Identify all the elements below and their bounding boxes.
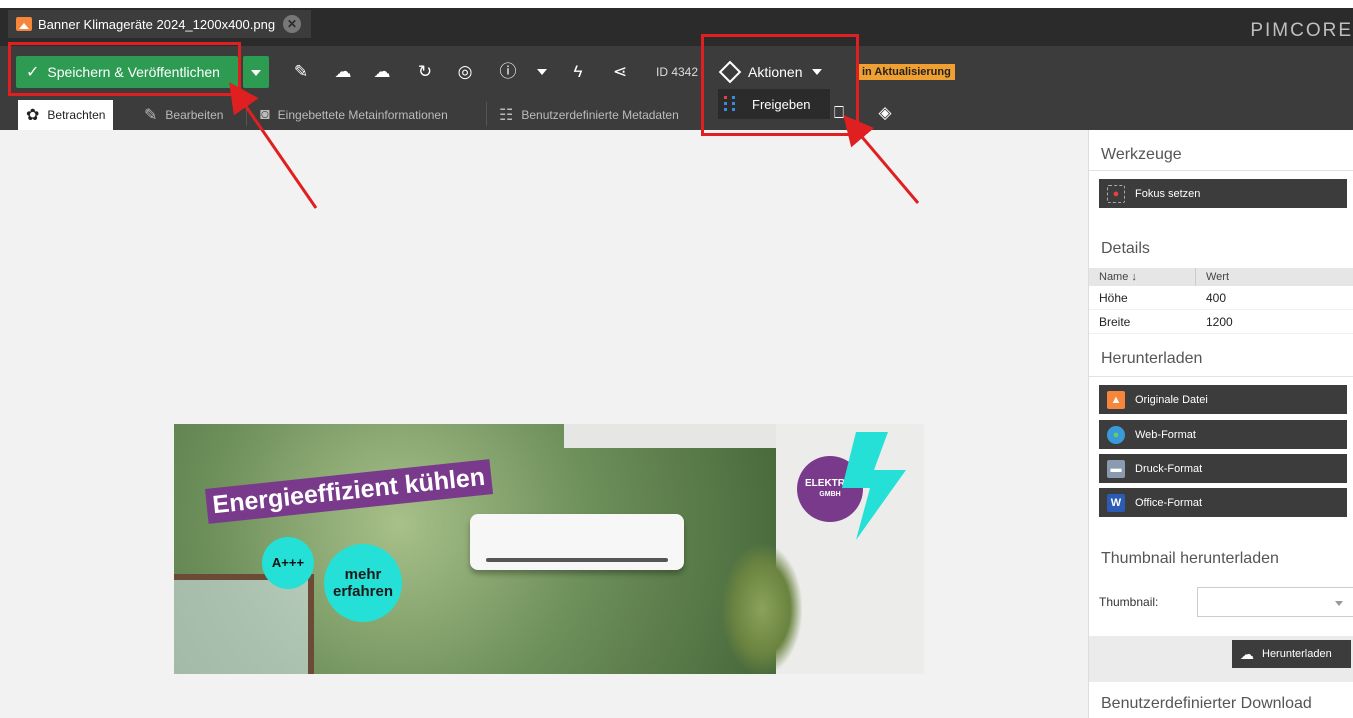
grid-header: Name ↓ Wert: [1089, 268, 1353, 286]
image-icon: ▲: [1107, 390, 1125, 409]
details-title: Details: [1101, 240, 1150, 257]
details-grid: Name ↓ Wert Höhe 400 Breite 1200: [1089, 268, 1353, 334]
sub-tab-bar: ✿ Betrachten ✎ Bearbeiten ◙ Eingebettete…: [0, 98, 1353, 130]
tools-title: Werkzeuge: [1101, 146, 1182, 163]
divider: [246, 102, 247, 126]
printer-icon: ▬: [1107, 459, 1125, 478]
pencil-icon: ✎: [144, 107, 158, 124]
tab-label: Benutzerdefinierte Metadaten: [521, 108, 679, 122]
share-dots-icon: [724, 96, 738, 112]
banner-window: [174, 574, 314, 674]
tab-label: Bearbeiten: [165, 108, 224, 122]
dropdown-menu: Freigeben: [718, 89, 830, 119]
info-dropdown[interactable]: [534, 59, 550, 85]
locate-icon[interactable]: ◎: [452, 59, 478, 85]
badge-line-2: erfahren: [332, 583, 394, 600]
element-id: ID 4342: [656, 65, 699, 79]
top-strip: [0, 0, 1353, 8]
banner-image: Energieeffizient kühlen A+++ mehr erfahre…: [174, 424, 924, 674]
globe-icon: ●: [1107, 425, 1125, 444]
badge-line-1: mehr: [344, 566, 382, 583]
file-tab[interactable]: Banner Klimageräte 2024_1200x400.png ✕: [8, 10, 311, 38]
download-original-button[interactable]: ▲ Originale Datei: [1099, 385, 1347, 414]
camera-icon: ◙: [260, 106, 270, 123]
custom-download-title: Benutzerdefinierter Download: [1101, 695, 1312, 712]
reload-icon[interactable]: ↻: [412, 59, 438, 85]
tab-label: Eingebettete Metainformationen: [277, 108, 448, 122]
download-label: Originale Datei: [1135, 393, 1208, 406]
thumbnail-label: Thumbnail:: [1099, 595, 1159, 609]
download-web-button[interactable]: ● Web-Format: [1099, 420, 1347, 449]
cloud-download-icon: ☁: [1240, 645, 1254, 662]
lightning-icon[interactable]: ϟ: [565, 59, 591, 85]
thumbnail-title: Thumbnail herunterladen: [1101, 550, 1279, 567]
table-row: Breite 1200: [1089, 310, 1353, 334]
download-title: Herunterladen: [1101, 350, 1203, 367]
download-office-button[interactable]: W Office-Format: [1099, 488, 1347, 517]
share-icon[interactable]: ⋖: [607, 59, 633, 85]
set-focus-button[interactable]: ● Fokus setzen: [1099, 179, 1347, 208]
more-info-badge: mehr erfahren: [324, 544, 402, 622]
tab-eingebettete-metainformationen[interactable]: ◙ Eingebettete Metainformationen: [252, 100, 456, 130]
thumbnail-select[interactable]: [1197, 587, 1353, 617]
col-name-header[interactable]: Name ↓: [1089, 268, 1196, 286]
metadata-icon: ☷: [499, 107, 514, 124]
divider: [1089, 376, 1353, 377]
file-tab-title: Banner Klimageräte 2024_1200x400.png: [38, 16, 276, 32]
banner-plant: [722, 544, 802, 674]
pencil-icon[interactable]: ✎: [288, 59, 314, 85]
download-label: Web-Format: [1135, 428, 1196, 441]
divider: [486, 102, 487, 126]
info-icon[interactable]: ⓘ: [495, 59, 521, 85]
row-name: Breite: [1099, 314, 1131, 329]
row-name: Höhe: [1099, 290, 1128, 305]
focus-icon: ●: [1107, 184, 1125, 203]
tab-benutzerdefinierte-metadaten[interactable]: ☷ Benutzerdefinierte Metadaten: [491, 100, 687, 130]
image-icon: [16, 17, 32, 31]
energy-class-badge: A+++: [262, 537, 314, 589]
annotation-box-actions: [701, 34, 859, 136]
thumbnail-download-label: Herunterladen: [1262, 648, 1332, 660]
status-badge: in Aktualisierung: [858, 64, 955, 80]
close-tab-icon[interactable]: ✕: [283, 15, 302, 33]
row-value: 400: [1206, 290, 1227, 305]
eye-icon: ✿: [26, 107, 40, 124]
save-options-dropdown[interactable]: [243, 56, 269, 88]
sort-arrow-icon: ↓: [1131, 271, 1137, 283]
air-conditioner: [470, 514, 684, 570]
tab-bearbeiten[interactable]: ✎ Bearbeiten: [136, 100, 231, 130]
table-row: Höhe 400: [1089, 286, 1353, 310]
download-label: Druck-Format: [1135, 462, 1203, 475]
tab-betrachten[interactable]: ✿ Betrachten: [18, 100, 114, 130]
thumbnail-download-button[interactable]: ☁ Herunterladen: [1232, 640, 1351, 668]
row-value: 1200: [1206, 314, 1233, 329]
pimcore-logo: PIMCORE: [1250, 20, 1353, 41]
menu-item-freigeben[interactable]: Freigeben: [752, 97, 811, 112]
col-value-header[interactable]: Wert: [1196, 268, 1229, 286]
annotation-box-save: [8, 42, 241, 96]
col-name-label: Name: [1099, 271, 1129, 283]
cloud-upload-icon[interactable]: ☁: [330, 59, 356, 85]
workflow-icon[interactable]: ◈: [872, 100, 898, 126]
tab-label: Betrachten: [47, 108, 106, 122]
lightning-bolt-icon: [842, 432, 906, 540]
cloud-download-icon[interactable]: ☁: [369, 59, 395, 85]
set-focus-label: Fokus setzen: [1135, 187, 1201, 200]
download-print-button[interactable]: ▬ Druck-Format: [1099, 454, 1347, 483]
right-panel: Werkzeuge ● Fokus setzen Details Name ↓ …: [1088, 130, 1353, 718]
divider: [1089, 170, 1353, 171]
download-label: Office-Format: [1135, 496, 1203, 509]
word-icon: W: [1107, 493, 1125, 512]
